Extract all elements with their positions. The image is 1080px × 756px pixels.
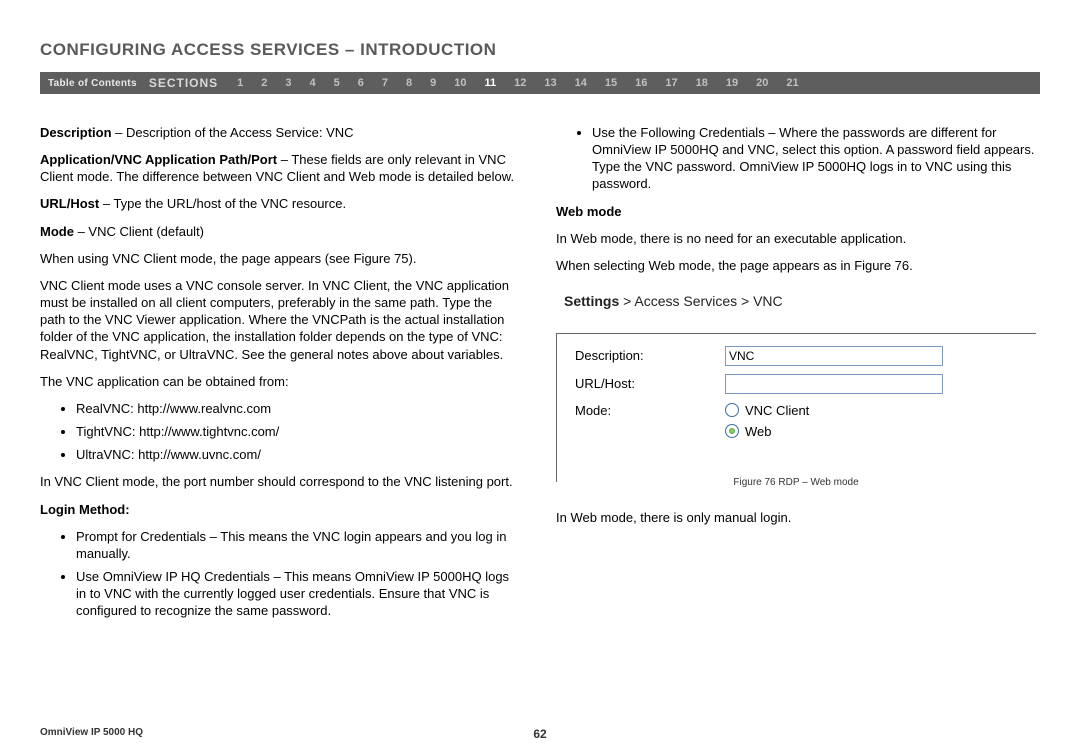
- mode-options: VNC Client Web: [725, 402, 809, 444]
- section-link-10[interactable]: 10: [445, 77, 475, 89]
- sections-label: SECTIONS: [149, 76, 228, 90]
- link-tightvnc: TightVNC: http://www.tightvnc.com/: [76, 423, 520, 440]
- page-footer: OmniView IP 5000 HQ 62: [40, 727, 1040, 738]
- section-link-7[interactable]: 7: [373, 77, 397, 89]
- label-app-path: Application/VNC Application Path/Port: [40, 152, 277, 167]
- para-url-host: URL/Host – Type the URL/host of the VNC …: [40, 195, 520, 212]
- credentials-list: Use the Following Credentials – Where th…: [556, 124, 1036, 193]
- row-url-host: URL/Host:: [575, 374, 1018, 394]
- url-host-input[interactable]: [725, 374, 943, 394]
- row-description: Description:: [575, 346, 1018, 366]
- para-figure-ref: When using VNC Client mode, the page app…: [40, 250, 520, 267]
- section-link-17[interactable]: 17: [656, 77, 686, 89]
- settings-breadcrumb: Settings > Access Services > VNC: [556, 284, 1036, 324]
- section-link-14[interactable]: 14: [566, 77, 596, 89]
- section-link-5[interactable]: 5: [325, 77, 349, 89]
- section-link-12[interactable]: 12: [505, 77, 535, 89]
- section-link-13[interactable]: 13: [535, 77, 565, 89]
- radio-label-web: Web: [745, 423, 772, 440]
- page-title: CONFIGURING ACCESS SERVICES – INTRODUCTI…: [40, 40, 1040, 60]
- description-label: Description:: [575, 347, 725, 364]
- section-link-15[interactable]: 15: [596, 77, 626, 89]
- section-navbar: Table of Contents SECTIONS 1234567891011…: [40, 72, 1040, 94]
- section-link-6[interactable]: 6: [349, 77, 373, 89]
- radio-icon-selected: [725, 424, 739, 438]
- para-description: Description – Description of the Access …: [40, 124, 520, 141]
- section-link-2[interactable]: 2: [252, 77, 276, 89]
- web-mode-p1: In Web mode, there is no need for an exe…: [556, 230, 1036, 247]
- section-link-21[interactable]: 21: [777, 77, 807, 89]
- radio-vnc-client[interactable]: VNC Client: [725, 402, 809, 419]
- para-app-path: Application/VNC Application Path/Port – …: [40, 151, 520, 185]
- web-mode-header: Web mode: [556, 203, 1036, 220]
- para-vnc-client-desc: VNC Client mode uses a VNC console serve…: [40, 277, 520, 363]
- section-link-4[interactable]: 4: [301, 77, 325, 89]
- content-columns: Description – Description of the Access …: [40, 124, 1040, 629]
- section-link-19[interactable]: 19: [717, 77, 747, 89]
- left-column: Description – Description of the Access …: [40, 124, 520, 629]
- description-input[interactable]: [725, 346, 943, 366]
- mode-label: Mode:: [575, 402, 725, 419]
- toc-link[interactable]: Table of Contents: [48, 78, 149, 89]
- radio-icon: [725, 403, 739, 417]
- footer-product: OmniView IP 5000 HQ: [40, 727, 143, 738]
- settings-panel: Description: URL/Host: Mode:: [556, 333, 1036, 482]
- login-method-header: Login Method:: [40, 501, 520, 518]
- login-omniview-item: Use OmniView IP HQ Credentials – This me…: [76, 568, 520, 619]
- figure-76: Settings > Access Services > VNC Descrip…: [556, 284, 1036, 497]
- login-prompt-item: Prompt for Credentials – This means the …: [76, 528, 520, 562]
- section-link-8[interactable]: 8: [397, 77, 421, 89]
- footer-page-number: 62: [533, 727, 546, 741]
- link-ultravnc: UltraVNC: http://www.uvnc.com/: [76, 446, 520, 463]
- section-link-20[interactable]: 20: [747, 77, 777, 89]
- document-page: CONFIGURING ACCESS SERVICES – INTRODUCTI…: [0, 0, 1080, 756]
- vnc-links-list: RealVNC: http://www.realvnc.com TightVNC…: [40, 400, 520, 463]
- section-link-1[interactable]: 1: [228, 77, 252, 89]
- label-description: Description: [40, 125, 112, 140]
- link-realvnc: RealVNC: http://www.realvnc.com: [76, 400, 520, 417]
- para-obtain-from: The VNC application can be obtained from…: [40, 373, 520, 390]
- section-link-18[interactable]: 18: [687, 77, 717, 89]
- use-following-credentials-item: Use the Following Credentials – Where th…: [592, 124, 1036, 193]
- section-link-3[interactable]: 3: [276, 77, 300, 89]
- section-link-16[interactable]: 16: [626, 77, 656, 89]
- section-link-9[interactable]: 9: [421, 77, 445, 89]
- radio-web[interactable]: Web: [725, 423, 809, 440]
- section-link-11[interactable]: 11: [476, 77, 506, 89]
- label-mode: Mode: [40, 224, 74, 239]
- row-mode: Mode: VNC Client Web: [575, 402, 1018, 444]
- web-mode-p2: When selecting Web mode, the page appear…: [556, 257, 1036, 274]
- para-mode: Mode – VNC Client (default): [40, 223, 520, 240]
- right-column: Use the Following Credentials – Where th…: [556, 124, 1036, 629]
- figure-caption: Figure 76 RDP – Web mode: [556, 476, 1036, 497]
- para-port: In VNC Client mode, the port number shou…: [40, 473, 520, 490]
- url-host-label: URL/Host:: [575, 375, 725, 392]
- radio-label-vnc-client: VNC Client: [745, 402, 809, 419]
- web-mode-p3: In Web mode, there is only manual login.: [556, 509, 1036, 526]
- login-method-list: Prompt for Credentials – This means the …: [40, 528, 520, 620]
- label-url-host: URL/Host: [40, 196, 99, 211]
